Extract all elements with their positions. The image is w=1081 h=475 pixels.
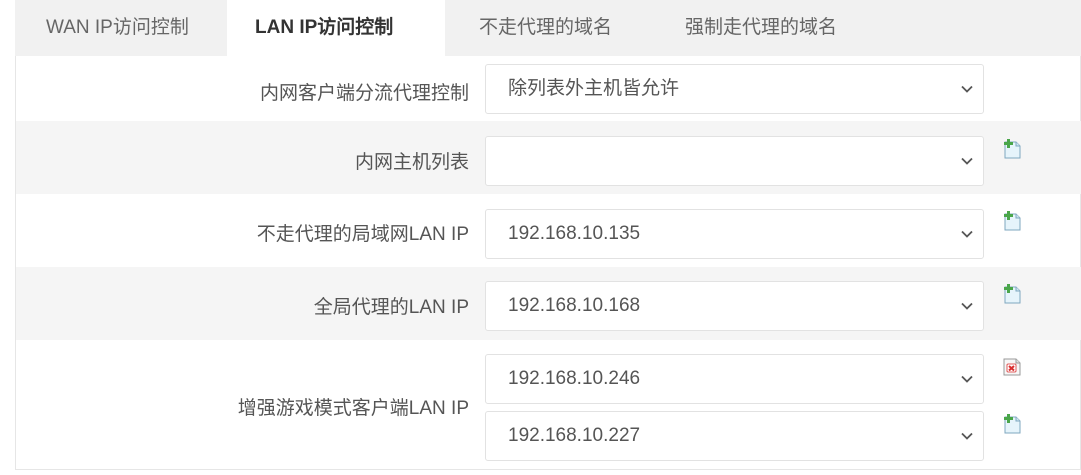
tab-lan-ip-access-control[interactable]: LAN IP访问控制 — [227, 0, 445, 56]
lan-proxy-mode-value: 除列表外主机皆允许 — [508, 78, 680, 99]
global-proxy-lan-ip-select[interactable]: 192.168.10.168 — [485, 281, 984, 331]
chevron-down-icon — [961, 432, 973, 440]
add-row-icon[interactable] — [1001, 138, 1023, 160]
row-game-mode-lan-ip: 增强游戏模式客户端LAN IP 192.168.10.246 192.168.1… — [16, 340, 1081, 469]
settings-panel: 内网客户端分流代理控制 除列表外主机皆允许 内网主机列表 不走代理的局域网LAN… — [15, 56, 1081, 470]
game-mode-lan-ip-label: 增强游戏模式客户端LAN IP — [237, 398, 469, 419]
lan-ip-access-control-page: WAN IP访问控制 LAN IP访问控制 不走代理的域名 强制走代理的域名 内… — [0, 0, 1081, 475]
add-row-icon[interactable] — [1001, 283, 1023, 305]
tab-bar: WAN IP访问控制 LAN IP访问控制 不走代理的域名 强制走代理的域名 — [15, 0, 1081, 56]
tab-bypass-proxy-domains[interactable]: 不走代理的域名 — [445, 0, 651, 56]
chevron-down-icon — [961, 375, 973, 383]
tab-wan-ip-access-control[interactable]: WAN IP访问控制 — [15, 0, 227, 56]
remove-row-icon[interactable] — [1001, 356, 1023, 378]
lan-host-list-select[interactable] — [485, 136, 984, 186]
row-lan-host-list: 内网主机列表 — [16, 121, 1081, 194]
row-bypass-lan-ip: 不走代理的局域网LAN IP 192.168.10.135 — [16, 194, 1081, 267]
tab-force-proxy-domains[interactable]: 强制走代理的域名 — [651, 0, 911, 56]
chevron-down-icon — [961, 302, 973, 310]
row-global-proxy-lan-ip: 全局代理的LAN IP 192.168.10.168 — [16, 267, 1081, 340]
lan-proxy-mode-label: 内网客户端分流代理控制 — [259, 83, 469, 104]
row-lan-proxy-mode: 内网客户端分流代理控制 除列表外主机皆允许 — [16, 56, 1081, 121]
bypass-lan-ip-value: 192.168.10.135 — [508, 223, 641, 244]
add-row-icon[interactable] — [1001, 413, 1023, 435]
game-mode-lan-ip-value-2: 192.168.10.227 — [508, 425, 641, 446]
global-proxy-lan-ip-label: 全局代理的LAN IP — [313, 297, 469, 318]
game-mode-lan-ip-value-1: 192.168.10.246 — [508, 368, 641, 389]
lan-host-list-label: 内网主机列表 — [354, 152, 469, 173]
chevron-down-icon — [961, 85, 973, 93]
game-mode-lan-ip-select-2[interactable]: 192.168.10.227 — [485, 411, 984, 461]
lan-proxy-mode-select[interactable]: 除列表外主机皆允许 — [485, 64, 984, 114]
chevron-down-icon — [961, 230, 973, 238]
game-mode-lan-ip-select-1[interactable]: 192.168.10.246 — [485, 354, 984, 404]
chevron-down-icon — [961, 157, 973, 165]
add-row-icon[interactable] — [1001, 210, 1023, 232]
global-proxy-lan-ip-value: 192.168.10.168 — [508, 295, 641, 316]
bypass-lan-ip-select[interactable]: 192.168.10.135 — [485, 209, 984, 259]
bypass-lan-ip-label: 不走代理的局域网LAN IP — [256, 224, 469, 245]
